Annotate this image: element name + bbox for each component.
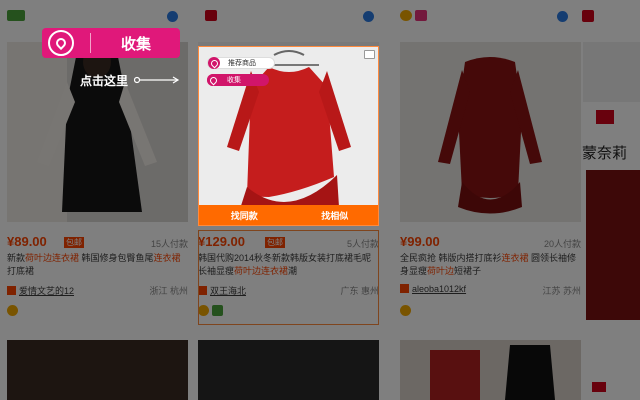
collect-callout-label: 收集 <box>121 35 152 53</box>
tmall-icon <box>582 10 594 22</box>
pin-icon <box>48 30 74 56</box>
tag-icon <box>596 110 614 124</box>
title-text: 全民疯抢 韩版内搭打底衫 <box>400 253 502 263</box>
collect-callout: 收集 <box>42 28 180 58</box>
free-shipping-tag: 包邮 <box>64 237 84 248</box>
title-text: 短裙子 <box>454 266 482 276</box>
product-card[interactable]: ¥99.00 20人付款 全民疯抢 韩版内搭打底衫连衣裙 圆领长袖修身显瘦荷叶边… <box>400 0 581 330</box>
action-bar: 找同款 找相似 <box>199 205 379 225</box>
title-keyword: 荷叶边 <box>427 266 455 276</box>
location: 江苏 苏州 <box>542 286 581 296</box>
product-image-partial[interactable] <box>586 170 640 320</box>
title-text: 新款 <box>7 253 26 263</box>
crown-icon <box>400 305 411 316</box>
highlighted-product[interactable]: 推荐商品 收集 找同款 找相似 <box>198 46 379 226</box>
click-here-hint: 点击这里 <box>80 74 129 88</box>
card-hover-border <box>198 230 379 325</box>
arrow-right-icon <box>134 76 180 84</box>
product-title[interactable]: 新款荷叶边连衣裙 韩国修身包臀鱼尾连衣裙打底裙 <box>7 252 188 278</box>
location: 浙江 杭州 <box>149 286 188 296</box>
brand-calligraphy: 蒙奈莉 <box>582 144 628 162</box>
title-keyword: 连衣裙 <box>153 253 181 263</box>
title-text: 韩国修身包臀鱼尾 <box>79 253 154 263</box>
find-same-button[interactable]: 找同款 <box>199 205 290 225</box>
product-title[interactable]: 全民疯抢 韩版内搭打底衫连衣裙 圆领长袖修身显瘦荷叶边短裙子 <box>400 252 581 278</box>
window-icon[interactable] <box>364 50 375 59</box>
divider <box>90 33 91 53</box>
price: ¥99.00 <box>400 234 440 249</box>
product-image[interactable] <box>7 340 188 400</box>
shop-name[interactable]: aleoba1012kf <box>412 284 466 294</box>
product-image[interactable] <box>400 42 581 222</box>
shop-icon <box>400 284 409 293</box>
product-image-partial[interactable] <box>583 42 640 102</box>
shop-icon <box>7 286 16 295</box>
title-keyword: 荷叶边连衣裙 <box>25 253 80 263</box>
title-keyword: 连衣裙 <box>501 253 529 263</box>
tag-icon <box>592 382 606 392</box>
product-image[interactable] <box>198 340 379 400</box>
price: ¥89.00 <box>7 234 47 249</box>
shop-name[interactable]: 爱情文艺的12 <box>19 286 74 296</box>
sold-count: 20人付款 <box>543 239 581 249</box>
find-similar-button[interactable]: 找相似 <box>290 205 379 225</box>
recommend-label: 推荐商品 <box>228 60 256 67</box>
crown-icon <box>7 305 18 316</box>
pin-icon <box>208 57 220 69</box>
sold-count: 15人付款 <box>150 239 188 249</box>
recommend-pill[interactable]: 推荐商品 <box>207 57 275 69</box>
pin-icon <box>207 74 219 86</box>
collect-small-button[interactable]: 收集 <box>207 74 269 86</box>
title-text: 打底裙 <box>7 266 35 276</box>
collect-small-label: 收集 <box>227 77 241 84</box>
product-image[interactable] <box>7 42 188 222</box>
product-image[interactable] <box>400 340 581 400</box>
